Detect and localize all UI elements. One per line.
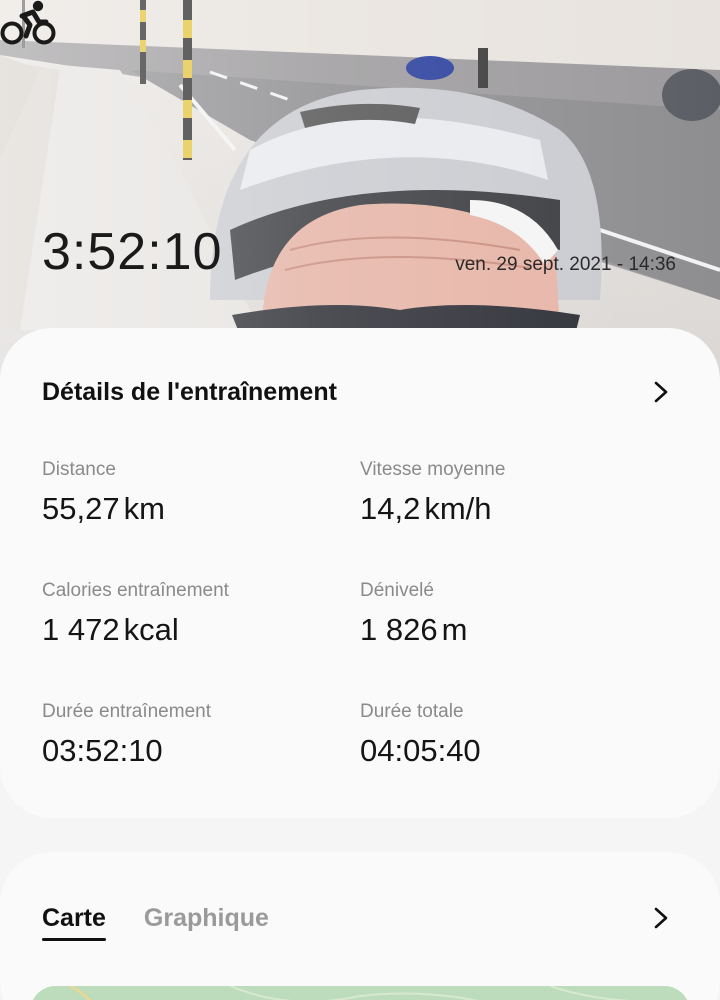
stat-number: 04:05:40 — [360, 733, 481, 768]
stat-label: Durée totale — [360, 701, 464, 722]
tab-graphique[interactable]: Graphique — [144, 904, 269, 941]
stat-unit: m — [441, 612, 468, 647]
stat-value: 14,2 km/h — [360, 491, 505, 527]
stat-label: Vitesse moyenne — [360, 459, 506, 480]
stat-number: 14,2 — [360, 491, 421, 526]
workout-details-title[interactable]: Détails de l'entraînement — [42, 378, 337, 407]
workout-duration: 3:52:10 — [42, 223, 223, 281]
stat-average-speed: Vitesse moyenne 14,2 km/h — [360, 459, 505, 527]
stat-unit: km/h — [424, 491, 492, 526]
stat-number: 55,27 — [42, 491, 120, 526]
cycling-icon — [0, 0, 56, 45]
workout-details-card: Détails de l'entraînement Distance 55,27… — [0, 328, 720, 818]
workout-date: ven. 29 sept. 2021 - 14:36 — [455, 254, 676, 275]
map-graph-tabs: Carte Graphique — [42, 904, 269, 941]
stat-value: 1 472 kcal — [42, 612, 229, 648]
stat-label: Durée entraînement — [42, 701, 211, 722]
stat-workout-duration: Durée entraînement 03:52:10 — [42, 701, 211, 769]
stat-distance: Distance 55,27 km — [42, 459, 165, 527]
map-graph-card: Carte Graphique — [0, 852, 720, 1000]
stat-unit: km — [123, 491, 165, 526]
stat-total-duration: Durée totale 04:05:40 — [360, 701, 481, 769]
stat-value: 03:52:10 — [42, 733, 211, 769]
stat-number: 1 826 — [360, 612, 438, 647]
stat-label: Distance — [42, 459, 116, 480]
stat-number: 03:52:10 — [42, 733, 163, 768]
chevron-right-icon[interactable] — [652, 380, 670, 404]
stat-unit: kcal — [123, 612, 179, 647]
tab-carte[interactable]: Carte — [42, 904, 106, 941]
stat-number: 1 472 — [42, 612, 120, 647]
stat-label: Calories entraînement — [42, 580, 229, 601]
stat-value: 04:05:40 — [360, 733, 481, 769]
stat-value: 1 826 m — [360, 612, 467, 648]
stat-label: Dénivelé — [360, 580, 434, 601]
stat-elevation: Dénivelé 1 826 m — [360, 580, 467, 648]
route-map-preview[interactable] — [30, 986, 690, 1000]
map-illustration — [30, 986, 690, 1000]
stat-calories: Calories entraînement 1 472 kcal — [42, 580, 229, 648]
stat-value: 55,27 km — [42, 491, 165, 527]
chevron-right-icon[interactable] — [652, 906, 670, 930]
